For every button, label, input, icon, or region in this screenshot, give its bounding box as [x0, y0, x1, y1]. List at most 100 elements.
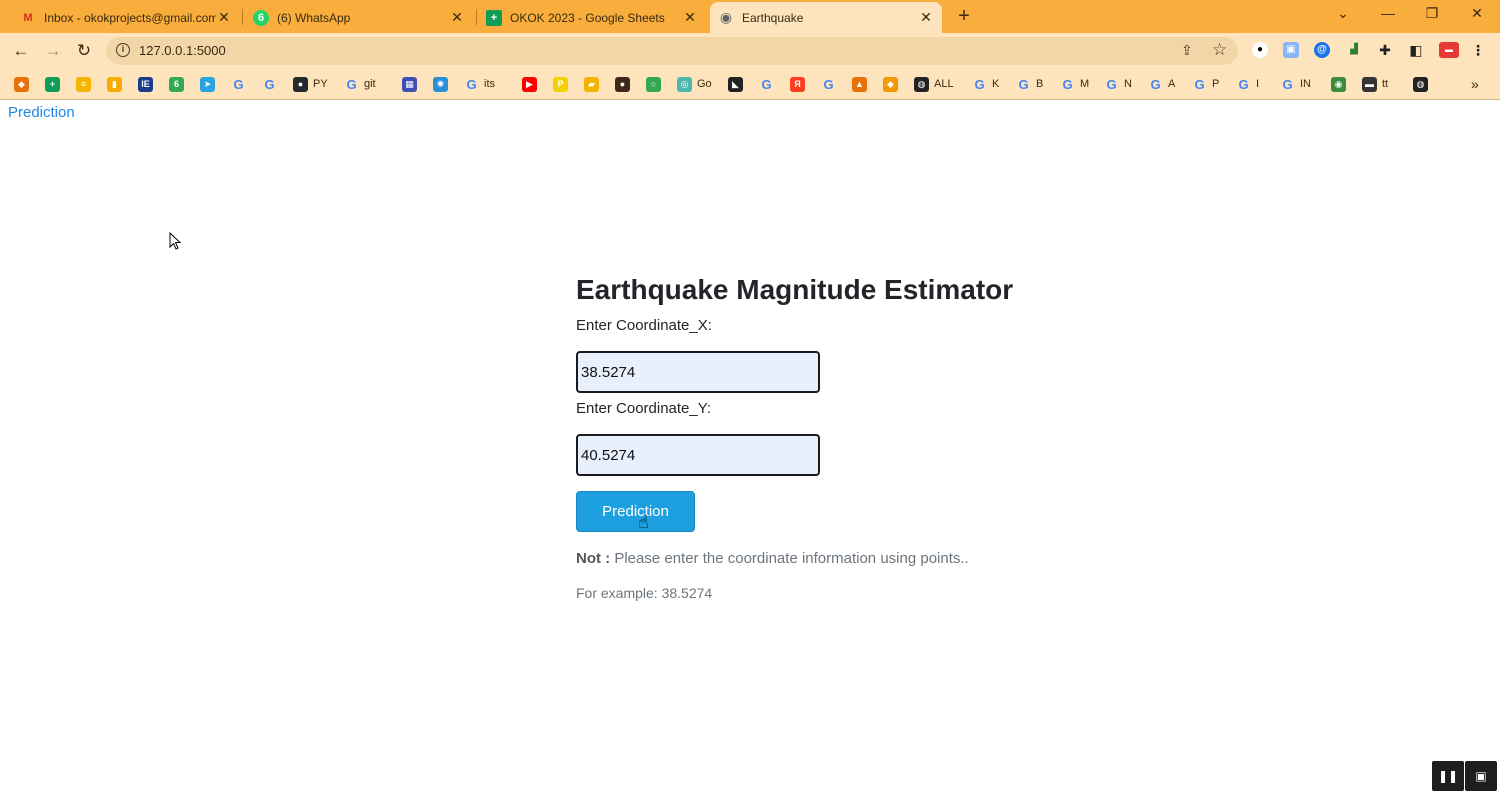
bookmark-label: P	[1212, 78, 1220, 90]
bookmark-favicon-icon: ≡	[76, 76, 91, 92]
tab-whatsapp[interactable]: 6 (6) WhatsApp ✕	[245, 2, 473, 33]
bookmark-label: PY	[313, 78, 328, 90]
bookmark-item[interactable]: IE	[138, 75, 158, 93]
bookmark-item[interactable]: G	[262, 75, 282, 93]
menu-kebab-icon[interactable]: ⋮	[1470, 42, 1486, 58]
note-message: Please enter the coordinate information …	[614, 550, 969, 567]
profile-avatar-icon[interactable]: ▬	[1439, 42, 1459, 58]
bookmark-favicon-icon: ▰	[584, 76, 599, 92]
bookmark-item[interactable]: ✺	[433, 75, 453, 93]
forward-icon[interactable]: →	[43, 41, 63, 61]
panda-extension-icon[interactable]: ●	[1252, 42, 1268, 58]
bookmark-item[interactable]: GP	[1192, 75, 1225, 93]
bookmark-item[interactable]: P	[553, 75, 573, 93]
bookmark-item[interactable]: GM	[1060, 75, 1095, 93]
bookmark-item[interactable]: 6	[169, 75, 189, 93]
bookmark-item[interactable]: GB	[1016, 75, 1049, 93]
minimize-icon[interactable]: —	[1378, 5, 1398, 21]
google-icon: G	[466, 76, 477, 92]
bookmarks-overflow-icon[interactable]: »	[1471, 75, 1479, 93]
gmail-icon: M	[23, 11, 33, 24]
bookmark-item[interactable]: G IN	[1280, 75, 1317, 93]
bookmark-item[interactable]: ▬ tt	[1362, 75, 1394, 93]
bookmark-favicon-icon: ◆	[14, 76, 29, 92]
bookmark-label: git	[364, 78, 376, 90]
bookmark-favicon-icon: +	[45, 76, 60, 92]
bookmark-item[interactable]: G	[821, 75, 841, 93]
picture-in-picture-icon[interactable]: ▣	[1465, 761, 1497, 791]
bookmark-item[interactable]: Gits	[464, 75, 501, 93]
bookmark-label: tt	[1382, 78, 1389, 90]
bookmark-item[interactable]: GN	[1104, 75, 1138, 93]
bookmark-item[interactable]: Я	[790, 75, 810, 93]
bookmark-item[interactable]: ≡	[76, 75, 96, 93]
bookmark-item[interactable]: GI	[1236, 75, 1265, 93]
pause-icon[interactable]: ❚❚	[1432, 761, 1464, 791]
coordinate-x-input[interactable]	[576, 351, 820, 393]
bookmark-item[interactable]: ▦	[402, 75, 422, 93]
bookmark-item[interactable]: Ggit	[344, 75, 382, 93]
bookmark-item[interactable]: ▲	[852, 75, 872, 93]
bookmark-star-icon[interactable]: ☆	[1212, 40, 1227, 60]
share-icon[interactable]: ⇪	[1181, 42, 1193, 59]
reload-icon[interactable]: ↻	[74, 41, 94, 61]
bookmark-favicon-icon: ▬	[1362, 76, 1377, 92]
back-icon[interactable]: ←	[11, 41, 31, 61]
site-info-icon[interactable]: i	[116, 43, 130, 57]
google-icon: G	[1106, 76, 1117, 92]
bookmark-item[interactable]: ○	[646, 75, 666, 93]
bookmark-item[interactable]: ● PY	[293, 75, 334, 93]
close-icon[interactable]: ✕	[216, 9, 232, 26]
bookmark-item[interactable]: G	[231, 75, 251, 93]
bookmark-favicon-icon: ◍	[914, 76, 929, 92]
bookmark-item[interactable]: ▶	[522, 75, 542, 93]
note-text: Not : Please enter the coordinate inform…	[576, 550, 1016, 567]
bookmark-item[interactable]: ◆	[883, 75, 903, 93]
profile-extension-icon[interactable]: ▣	[1283, 42, 1299, 58]
nav-prediction-link[interactable]: Prediction	[8, 104, 75, 121]
bookmark-item[interactable]: ◣	[728, 75, 748, 93]
chart-extension-icon[interactable]: ▟	[1346, 42, 1362, 58]
bookmark-item[interactable]: GK	[972, 75, 1005, 93]
side-panel-icon[interactable]: ◧	[1408, 42, 1424, 58]
new-tab-button[interactable]: +	[954, 5, 974, 27]
close-icon[interactable]: ✕	[918, 9, 934, 26]
bookmark-item[interactable]: ●	[615, 75, 635, 93]
note-label: Not :	[576, 550, 611, 567]
close-icon[interactable]: ✕	[682, 9, 698, 26]
tab-title: Inbox - okokprojects@gmail.com	[44, 10, 216, 25]
prediction-button[interactable]: Prediction	[576, 491, 695, 532]
bookmark-item[interactable]: ▮	[107, 75, 127, 93]
tab-sheets[interactable]: + OKOK 2023 - Google Sheets ✕	[478, 2, 706, 33]
bookmark-item[interactable]: +	[45, 75, 65, 93]
bookmark-item[interactable]: GA	[1148, 75, 1181, 93]
bookmark-favicon-icon: ▮	[107, 76, 122, 92]
google-icon: G	[1194, 76, 1205, 92]
tab-gmail[interactable]: M Inbox - okokprojects@gmail.com ✕	[12, 2, 240, 33]
tab-search-icon[interactable]: ⌄	[1333, 5, 1353, 22]
window-close-icon[interactable]: ✕	[1467, 5, 1487, 22]
bookmark-item[interactable]: ◍ ALL	[914, 75, 960, 93]
bookmark-favicon-icon: IE	[138, 76, 153, 92]
bookmark-item[interactable]: ◎ Go	[677, 75, 718, 93]
bookmark-item[interactable]: ➤	[200, 75, 220, 93]
bookmark-item[interactable]: ◆	[14, 75, 34, 93]
extensions-puzzle-icon[interactable]: ✚	[1377, 42, 1393, 58]
bookmark-label: M	[1080, 78, 1090, 90]
google-icon: G	[974, 76, 985, 92]
bookmark-item[interactable]: ▰	[584, 75, 604, 93]
bookmark-favicon-icon: ◉	[1331, 76, 1346, 92]
bookmark-label: ALL	[934, 78, 954, 90]
coordinate-y-input[interactable]	[576, 434, 820, 476]
bookmark-item[interactable]: ◉	[1331, 75, 1351, 93]
at-extension-icon[interactable]: @	[1314, 42, 1330, 58]
bookmark-favicon-icon: Я	[790, 76, 805, 92]
bookmark-favicon-icon: ◎	[677, 76, 692, 92]
bookmark-item[interactable]: ◍	[1413, 75, 1433, 93]
url-text[interactable]: 127.0.0.1:5000	[139, 43, 226, 58]
tab-earthquake[interactable]: ◉ Earthquake ✕	[710, 2, 942, 33]
close-icon[interactable]: ✕	[449, 9, 465, 26]
restore-icon[interactable]: ❐	[1422, 5, 1442, 22]
bookmark-item[interactable]: G	[759, 75, 779, 93]
address-bar[interactable]: i 127.0.0.1:5000 ⇪ ☆	[106, 37, 1238, 65]
